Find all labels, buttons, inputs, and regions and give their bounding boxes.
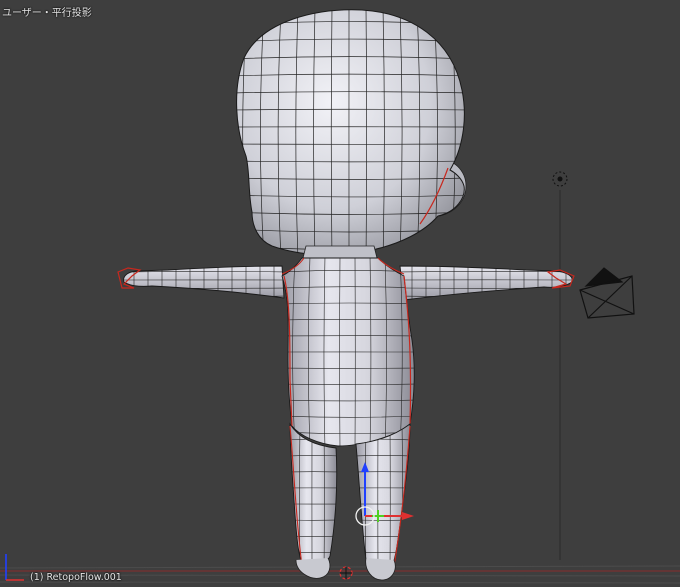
axis-widget-icon — [5, 554, 24, 581]
lamp-icon[interactable] — [552, 171, 568, 560]
3d-viewport[interactable]: ユーザー・平行投影 (1) RetopoFlow.001 — [0, 0, 680, 587]
view-mode-label: ユーザー・平行投影 — [2, 8, 92, 19]
right-arm-mesh — [399, 265, 575, 301]
3d-cursor-icon[interactable] — [339, 566, 353, 580]
left-arm-mesh — [117, 265, 285, 299]
head-mesh — [236, 9, 465, 256]
active-object-label: (1) RetopoFlow.001 — [30, 572, 122, 583]
camera-icon[interactable] — [579, 267, 635, 319]
viewport-scene[interactable] — [0, 0, 680, 587]
right-leg-mesh — [355, 423, 411, 581]
left-leg-mesh — [289, 422, 338, 579]
torso-mesh — [281, 257, 415, 447]
